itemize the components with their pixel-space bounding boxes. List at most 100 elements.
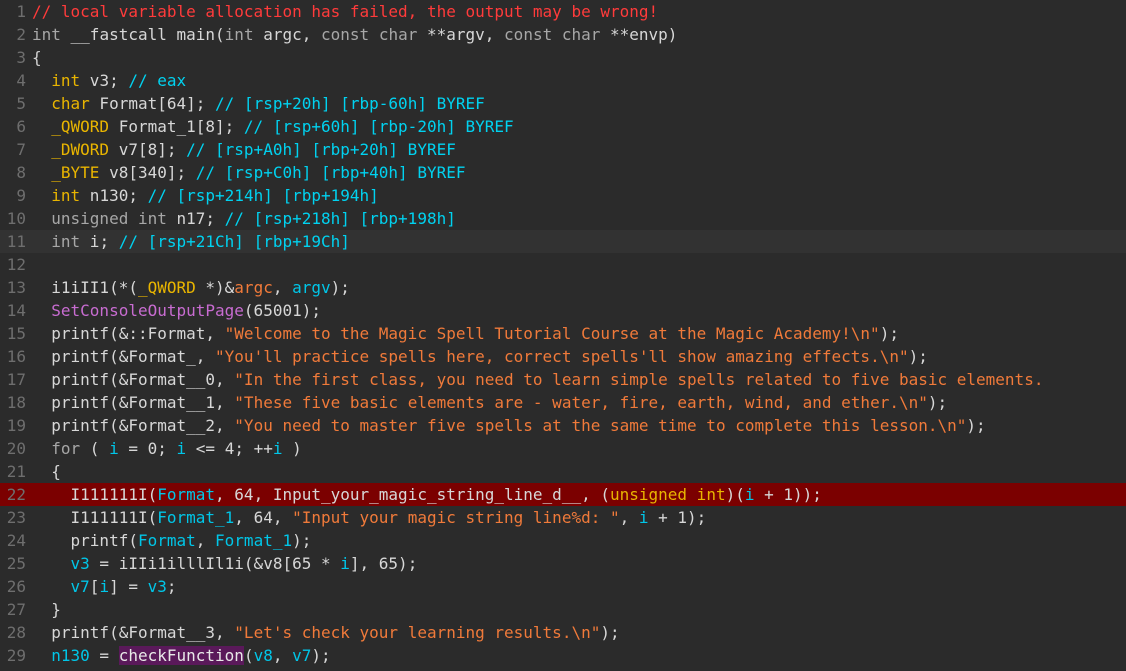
code-text[interactable]: i1iII1(*(_QWORD *)&argc, argv); [32, 278, 350, 297]
code-text[interactable]: SetConsoleOutputPage(65001); [32, 301, 321, 320]
code-token[interactable]: "You'll practice spells here, correct sp… [215, 347, 909, 366]
code-line[interactable]: 25 v3 = iIIi1illlIl1i(&v8[65 * i], 65); [0, 552, 1126, 575]
code-token[interactable]: *)& [196, 278, 234, 297]
code-line[interactable]: 6 _QWORD Format_1[8]; // [rsp+60h] [rbp-… [0, 115, 1126, 138]
code-line[interactable]: 21 { [0, 460, 1126, 483]
code-line[interactable]: 13 i1iII1(*(_QWORD *)&argc, argv); [0, 276, 1126, 299]
code-line[interactable]: 1 // local variable allocation has failed… [0, 0, 1126, 23]
code-token[interactable]: Format [157, 485, 215, 504]
code-text[interactable]: _QWORD Format_1[8]; // [rsp+60h] [rbp-20… [32, 117, 513, 136]
code-token[interactable]: Format[64]; [90, 94, 215, 113]
code-token[interactable]: i [273, 439, 283, 458]
code-token[interactable]: = iIIi1illlIl1i(&v8[65 * [90, 554, 340, 573]
code-line[interactable]: 11 int i; // [rsp+21Ch] [rbp+19Ch] [0, 230, 1126, 253]
code-token[interactable]: )( [726, 485, 745, 504]
code-token[interactable]: ); [909, 347, 928, 366]
code-token[interactable]: printf(&::Format, [32, 324, 225, 343]
code-token[interactable]: // [rsp+214h] [rbp+194h] [148, 186, 379, 205]
code-token[interactable]: argc, [254, 25, 321, 44]
code-line[interactable]: 14 SetConsoleOutputPage(65001); [0, 299, 1126, 322]
code-token[interactable]: checkFunction [118, 646, 244, 665]
code-token[interactable]: printf(&Format__1, [32, 393, 234, 412]
code-token[interactable]: int [32, 232, 80, 251]
code-editor[interactable]: 1 // local variable allocation has failed… [0, 0, 1126, 671]
code-token[interactable]: Format_1[8]; [109, 117, 244, 136]
code-line[interactable]: 10 unsigned int n17; // [rsp+218h] [rbp+… [0, 207, 1126, 230]
code-token[interactable]: Format_1 [157, 508, 234, 527]
code-token[interactable]: n130 [32, 646, 90, 665]
code-text[interactable]: printf(&Format_, "You'll practice spells… [32, 347, 928, 366]
code-token[interactable]: [ [90, 577, 100, 596]
code-line[interactable]: 19 printf(&Format__2, "You need to maste… [0, 414, 1126, 437]
code-text[interactable]: { [32, 462, 61, 481]
code-line[interactable]: 4 int v3; // eax [0, 69, 1126, 92]
code-text[interactable]: I111111I(Format, 64, Input_your_magic_st… [32, 485, 822, 504]
code-text[interactable]: int __fastcall main(int argc, const char… [32, 25, 677, 44]
code-token[interactable]: ); [600, 623, 619, 642]
code-line[interactable]: 16 printf(&Format_, "You'll practice spe… [0, 345, 1126, 368]
code-token[interactable]: } [32, 600, 61, 619]
code-token[interactable]: Format_1 [215, 531, 292, 550]
code-token[interactable]: { [32, 48, 42, 67]
code-token[interactable]: // eax [128, 71, 186, 90]
code-token[interactable]: printf(&Format__2, [32, 416, 234, 435]
code-token[interactable]: unsigned int [610, 485, 726, 504]
code-text[interactable]: printf(&Format__3, "Let's check your lea… [32, 623, 619, 642]
code-line[interactable]: 5 char Format[64]; // [rsp+20h] [rbp-60h… [0, 92, 1126, 115]
code-line[interactable]: 8 _BYTE v8[340]; // [rsp+C0h] [rbp+40h] … [0, 161, 1126, 184]
code-token[interactable]: "These five basic elements are - water, … [234, 393, 928, 412]
code-token[interactable]: __fastcall main( [61, 25, 225, 44]
code-token[interactable]: const char [504, 25, 600, 44]
code-line[interactable]: 7 _DWORD v7[8]; // [rsp+A0h] [rbp+20h] B… [0, 138, 1126, 161]
code-text[interactable]: for ( i = 0; i <= 4; ++i ) [32, 439, 302, 458]
code-text[interactable]: v3 = iIIi1illlIl1i(&v8[65 * i], 65); [32, 554, 418, 573]
code-token[interactable]: ) [283, 439, 302, 458]
code-token[interactable]: char [32, 94, 90, 113]
code-token[interactable]: v3 [148, 577, 167, 596]
code-text[interactable]: printf(Format, Format_1); [32, 531, 312, 550]
code-text[interactable]: unsigned int n17; // [rsp+218h] [rbp+198… [32, 209, 456, 228]
code-token[interactable]: const char [321, 25, 417, 44]
code-token[interactable]: ); [292, 531, 311, 550]
code-token[interactable]: v7 [32, 577, 90, 596]
code-text[interactable]: printf(&Format__0, "In the first class, … [32, 370, 1043, 389]
code-token[interactable]: // local variable allocation has failed,… [32, 2, 658, 21]
code-line[interactable]: 12 [0, 253, 1126, 276]
code-token[interactable]: <= 4; ++ [186, 439, 273, 458]
code-token[interactable]: // [rsp+20h] [rbp-60h] BYREF [215, 94, 485, 113]
code-token[interactable]: "Welcome to the Magic Spell Tutorial Cou… [225, 324, 880, 343]
code-token[interactable]: + 1)); [754, 485, 822, 504]
code-text[interactable]: { [32, 48, 42, 67]
code-token[interactable]: i [177, 439, 187, 458]
code-token[interactable]: int [225, 25, 254, 44]
code-token[interactable]: ); [928, 393, 947, 412]
code-token[interactable]: "You need to master five spells at the s… [234, 416, 966, 435]
code-token[interactable]: **argv, [417, 25, 504, 44]
code-text[interactable]: // local variable allocation has failed,… [32, 2, 658, 21]
code-token[interactable]: i1iII1(*( [32, 278, 138, 297]
code-text[interactable]: int i; // [rsp+21Ch] [rbp+19Ch] [32, 232, 350, 251]
code-line[interactable]: 2 int __fastcall main(int argc, const cha… [0, 23, 1126, 46]
code-token[interactable]: "Input your magic string line%d: " [292, 508, 620, 527]
code-token[interactable]: i [109, 439, 119, 458]
code-line[interactable]: 18 printf(&Format__1, "These five basic … [0, 391, 1126, 414]
code-token[interactable]: printf(&Format_, [32, 347, 215, 366]
code-line[interactable]: 28 printf(&Format__3, "Let's check your … [0, 621, 1126, 644]
code-text[interactable]: n130 = checkFunction(v8, v7); [32, 646, 331, 665]
code-line[interactable]: 27 } [0, 598, 1126, 621]
code-token[interactable]: n17; [167, 209, 225, 228]
code-token[interactable]: "Let's check your learning results.\n" [234, 623, 600, 642]
code-token[interactable]: // [rsp+A0h] [rbp+20h] BYREF [186, 140, 456, 159]
code-line[interactable]: 17 printf(&Format__0, "In the first clas… [0, 368, 1126, 391]
code-token[interactable]: v7[8]; [109, 140, 186, 159]
code-token[interactable]: argv [292, 278, 331, 297]
code-token[interactable]: ); [311, 646, 330, 665]
code-token[interactable]: i [340, 554, 350, 573]
code-line[interactable]: 3{ [0, 46, 1126, 69]
code-token[interactable]: n130; [80, 186, 147, 205]
code-text[interactable]: int v3; // eax [32, 71, 186, 90]
code-line[interactable]: 22 I111111I(Format, 64, Input_your_magic… [0, 483, 1126, 506]
code-token[interactable]: I111111I( [32, 485, 158, 504]
code-token[interactable]: **envp) [600, 25, 677, 44]
code-token[interactable]: I111111I( [32, 508, 158, 527]
